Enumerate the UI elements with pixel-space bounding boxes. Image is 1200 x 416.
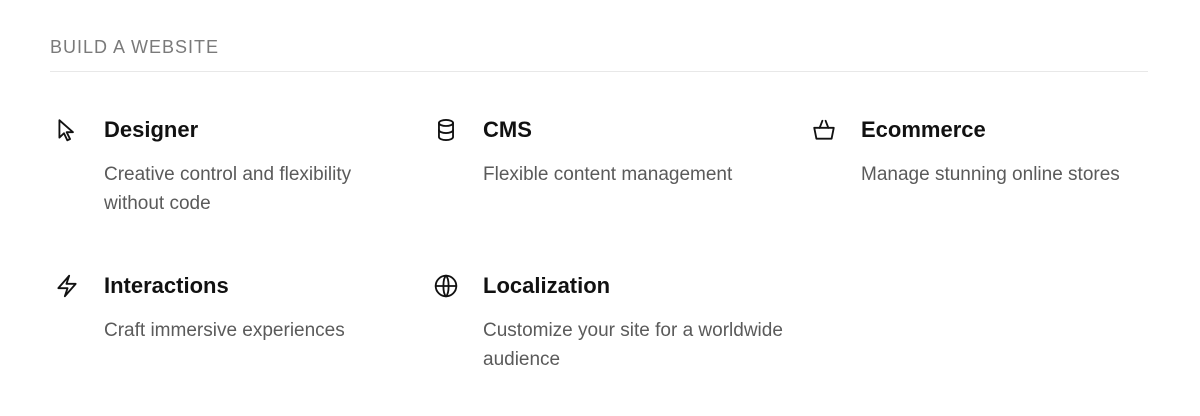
section-heading: BUILD A WEBSITE	[50, 37, 220, 57]
menu-item-title: Interactions	[104, 273, 229, 298]
shopping-basket-icon	[811, 117, 837, 143]
menu-item-description: Flexible content management	[483, 164, 733, 185]
database-icon	[433, 117, 459, 143]
menu-item-title: Designer	[104, 117, 199, 142]
section-divider	[50, 71, 1148, 72]
menu-item-title: Ecommerce	[861, 117, 986, 142]
menu-item-description: Customize your site for a worldwide audi…	[483, 320, 783, 370]
menu-item-title: Localization	[483, 273, 611, 298]
menu-item-description: Craft immersive experiences	[104, 320, 345, 341]
menu-item-title: CMS	[483, 117, 532, 142]
lightning-bolt-icon	[54, 273, 80, 299]
menu-item-description: Manage stunning online stores	[861, 164, 1120, 185]
build-a-website-panel: BUILD A WEBSITE Designer Creative contro…	[0, 0, 1200, 416]
globe-icon	[433, 273, 459, 299]
menu-item-description: Creative control and flexibility without…	[104, 164, 352, 214]
cursor-arrow-icon	[54, 117, 80, 143]
